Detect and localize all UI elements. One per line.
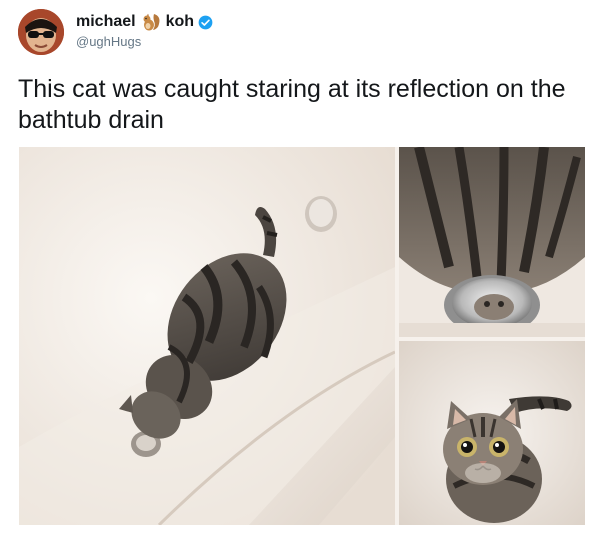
tweet-header: michael koh @ughHugs — [14, 6, 584, 58]
photo-cat-in-bathtub[interactable] — [19, 147, 395, 525]
photo-cat-looking-up[interactable] — [399, 341, 585, 525]
display-name[interactable]: michael koh — [76, 11, 213, 33]
display-name-last: koh — [165, 13, 195, 30]
tweet-text: This cat was caught staring at its refle… — [18, 75, 566, 134]
verified-badge-icon — [198, 15, 213, 30]
avatar[interactable] — [18, 9, 64, 55]
squirrel-icon — [140, 11, 162, 33]
user-handle[interactable]: @ughHugs — [76, 34, 141, 49]
display-name-first: michael — [76, 13, 136, 30]
photo-cat-closeup-drain[interactable] — [399, 147, 585, 337]
media-grid — [19, 147, 585, 525]
